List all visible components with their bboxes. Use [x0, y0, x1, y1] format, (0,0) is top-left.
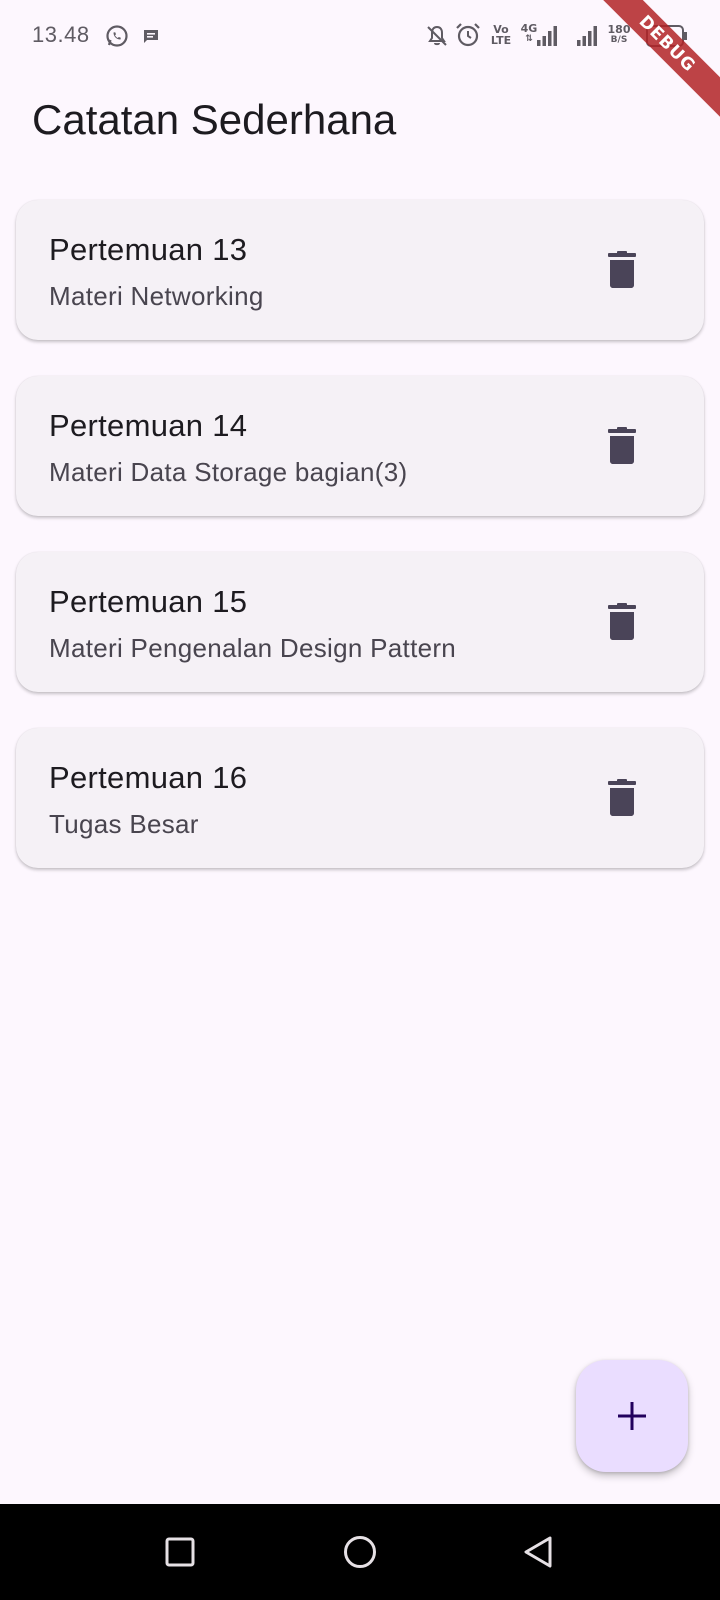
note-card[interactable]: Pertemuan 16 Tugas Besar — [16, 728, 704, 868]
delete-button[interactable] — [596, 772, 648, 824]
trash-icon — [608, 427, 636, 464]
signal-bars-icon — [537, 26, 557, 46]
message-icon — [144, 30, 158, 43]
plus-icon — [618, 1402, 646, 1430]
speed-value-text: 180 — [607, 23, 631, 36]
note-subtitle: Tugas Besar — [49, 809, 199, 839]
note-title: Pertemuan 16 — [49, 760, 248, 795]
system-navigation-bar — [0, 1504, 720, 1600]
add-note-button[interactable] — [576, 1360, 688, 1472]
recents-button[interactable] — [160, 1532, 200, 1572]
trash-icon — [608, 251, 636, 288]
signal-icon — [577, 26, 597, 46]
back-triangle-icon — [524, 1536, 552, 1568]
note-title: Pertemuan 14 — [49, 408, 248, 443]
note-subtitle: Materi Data Storage bagian(3) — [49, 457, 408, 487]
back-button[interactable] — [518, 1532, 558, 1572]
note-card[interactable]: Pertemuan 14 Materi Data Storage bagian(… — [16, 376, 704, 516]
note-subtitle: Materi Networking — [49, 281, 264, 311]
notifications-off-icon — [427, 25, 447, 46]
note-title: Pertemuan 15 — [49, 584, 248, 619]
status-bar: 13.48 Vo LTE 4G ⇅ 180 B/S — [0, 0, 720, 74]
battery-icon — [646, 25, 687, 47]
notes-list: Pertemuan 13 Materi Networking Pertemuan… — [16, 200, 704, 904]
trash-icon — [608, 603, 636, 640]
data-speed-icon: 180 B/S — [606, 24, 632, 46]
status-time: 13.48 — [32, 22, 90, 47]
delete-button[interactable] — [596, 596, 648, 648]
note-card[interactable]: Pertemuan 15 Materi Pengenalan Design Pa… — [16, 552, 704, 692]
note-subtitle: Materi Pengenalan Design Pattern — [49, 633, 457, 663]
home-button[interactable] — [340, 1532, 380, 1572]
note-title: Pertemuan 13 — [49, 232, 248, 267]
whatsapp-icon — [106, 25, 128, 47]
speed-unit-text: B/S — [610, 35, 628, 45]
alarm-icon — [456, 23, 480, 47]
note-card[interactable]: Pertemuan 13 Materi Networking — [16, 200, 704, 340]
volte-bottom-text: LTE — [490, 34, 512, 47]
volte-icon: Vo LTE — [489, 24, 513, 46]
delete-button[interactable] — [596, 244, 648, 296]
trash-icon — [608, 779, 636, 816]
home-circle-icon — [344, 1536, 376, 1568]
recents-square-icon — [165, 1537, 195, 1567]
page-title: Catatan Sederhana — [32, 96, 397, 143]
delete-button[interactable] — [596, 420, 648, 472]
